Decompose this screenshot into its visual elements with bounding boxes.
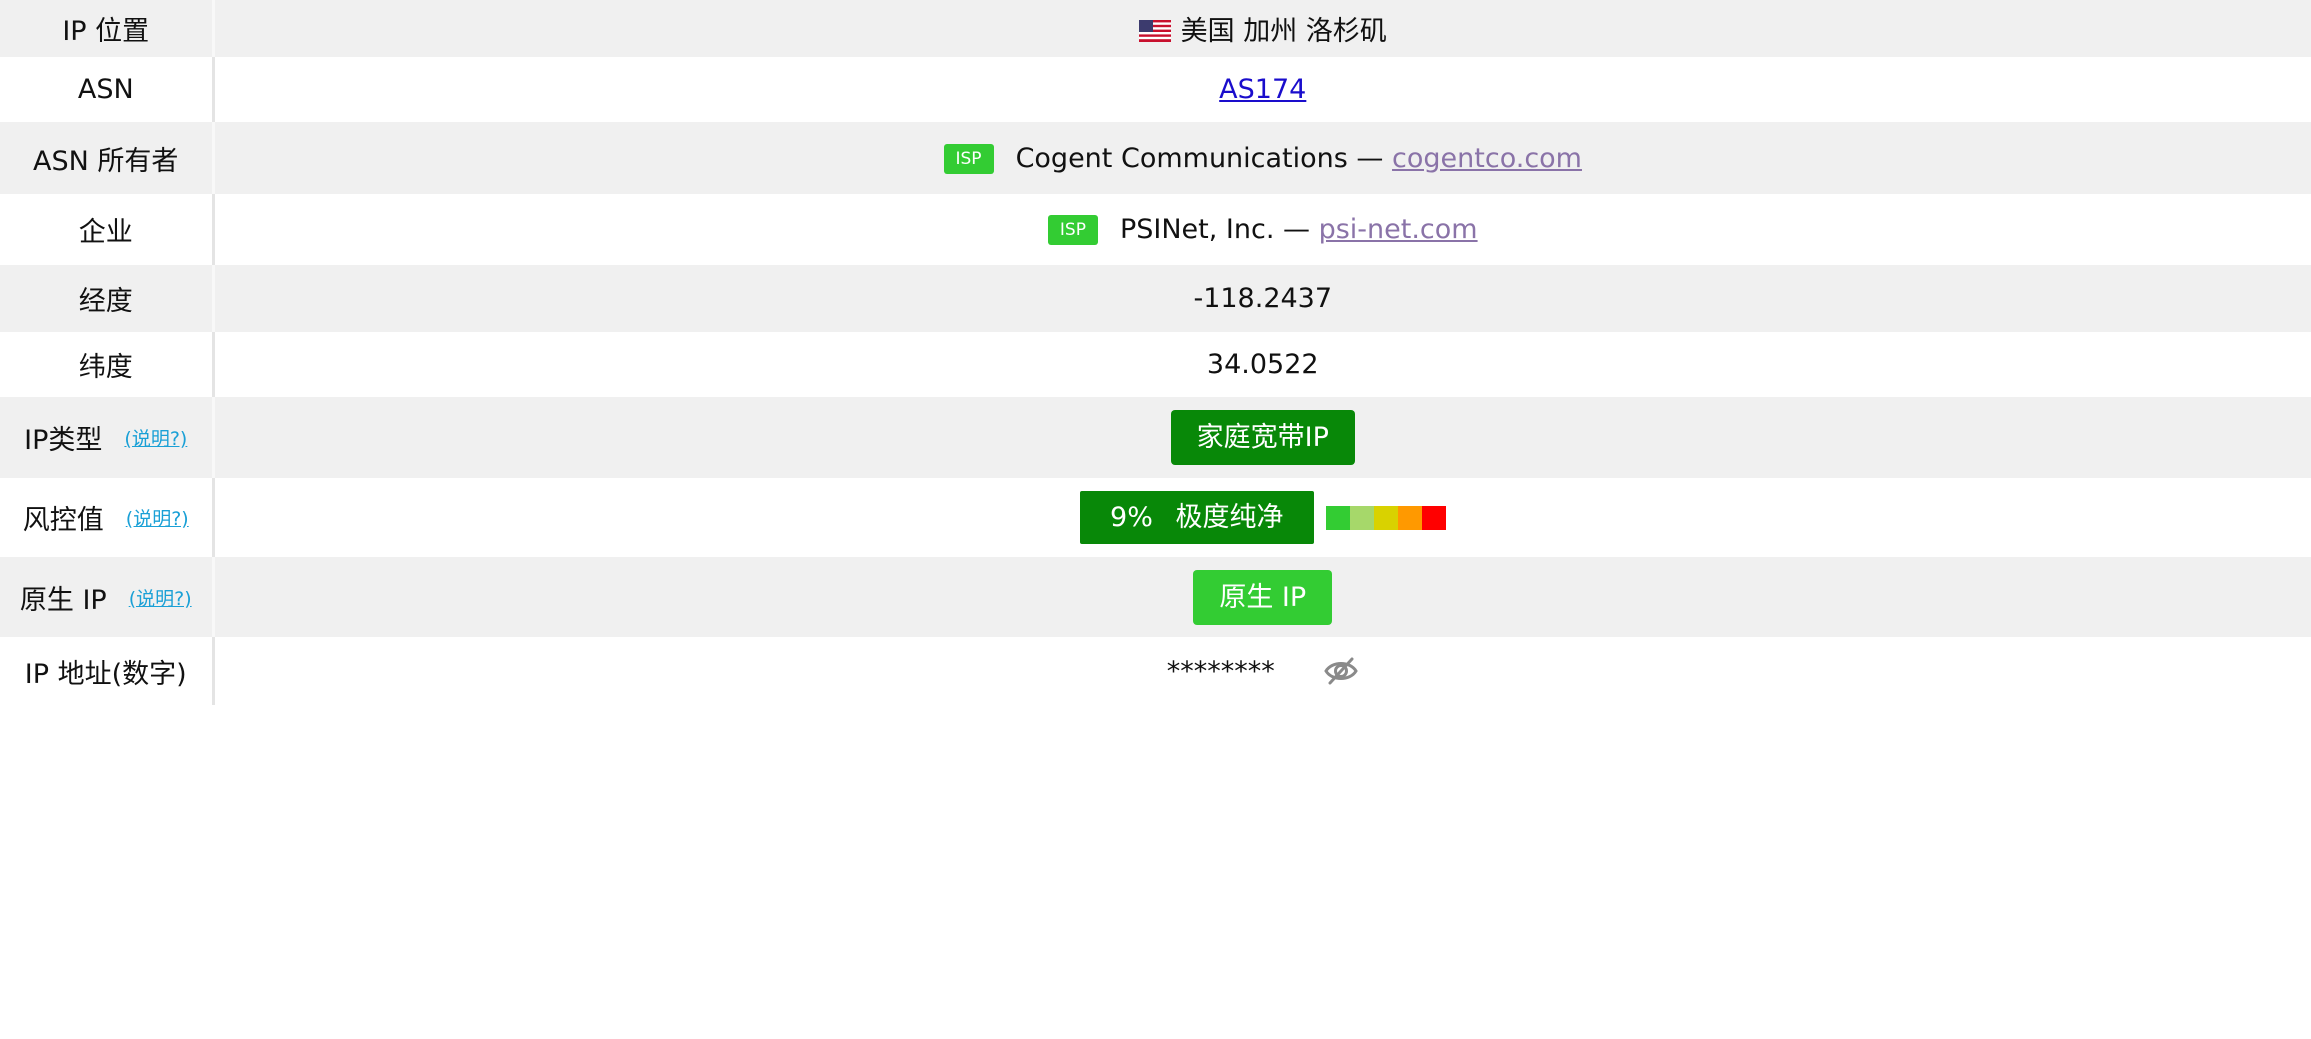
value-asn: AS174	[213, 57, 2311, 122]
risk-score-badge: 9% 极度纯净	[1079, 491, 1314, 544]
ip-type-help-link[interactable]: (说明?)	[124, 424, 187, 451]
value-latitude: 34.0522	[213, 332, 2311, 397]
label-ip-type: IP类型 (说明?)	[0, 397, 215, 478]
value-ip-type: 家庭宽带IP	[213, 397, 2311, 478]
row-company: 企业 ISP PSINet, Inc. — psi-net.com	[0, 194, 2311, 265]
risk-scale-segment	[1421, 505, 1446, 530]
value-company: ISP PSINet, Inc. — psi-net.com	[213, 194, 2311, 265]
row-ip-type: IP类型 (说明?) 家庭宽带IP	[0, 397, 2311, 478]
risk-scale-bar	[1325, 505, 1446, 530]
asn-owner-name: Cogent Communications —	[1015, 142, 1384, 174]
risk-scale-segment	[1325, 505, 1350, 530]
risk-help-link[interactable]: (说明?)	[126, 504, 189, 531]
row-native-ip: 原生 IP (说明?) 原生 IP	[0, 557, 2311, 637]
location-text: 美国 加州 洛杉矶	[1180, 16, 1387, 47]
asn-link[interactable]: AS174	[1219, 74, 1306, 105]
us-flag-icon	[1138, 20, 1171, 42]
label-company: 企业	[0, 194, 215, 265]
risk-scale-segment	[1397, 505, 1422, 530]
row-ip-location: IP 位置 美国 加州 洛杉矶	[0, 0, 2311, 57]
label-risk: 风控值 (说明?)	[0, 478, 215, 557]
value-risk: 9% 极度纯净	[213, 478, 2311, 557]
row-longitude: 经度 -118.2437	[0, 265, 2311, 332]
masked-ip-value: ********	[1166, 655, 1275, 687]
value-ip-numeric: ********	[213, 637, 2311, 705]
company-domain-link[interactable]: psi-net.com	[1319, 214, 1478, 245]
native-ip-badge: 原生 IP	[1193, 569, 1333, 625]
label-native-ip: 原生 IP (说明?)	[0, 557, 215, 637]
row-asn-owner: ASN 所有者 ISP Cogent Communications — cogen…	[0, 122, 2311, 194]
row-risk: 风控值 (说明?) 9% 极度纯净	[0, 478, 2311, 557]
value-ip-location: 美国 加州 洛杉矶	[213, 0, 2311, 57]
risk-scale-segment	[1373, 505, 1398, 530]
eye-slash-icon[interactable]	[1323, 653, 1359, 689]
isp-badge: ISP	[943, 143, 994, 174]
native-ip-help-link[interactable]: (说明?)	[129, 584, 192, 611]
ip-type-badge: 家庭宽带IP	[1170, 410, 1355, 465]
asn-owner-domain-link[interactable]: cogentco.com	[1392, 143, 1582, 174]
company-name: PSINet, Inc. —	[1119, 214, 1310, 245]
row-asn: ASN AS174	[0, 57, 2311, 122]
ip-info-table: IP 位置 美国 加州 洛杉矶 ASN AS174 ASN 所有者 ISP Co…	[0, 0, 2311, 705]
label-asn-owner: ASN 所有者	[0, 122, 215, 194]
value-asn-owner: ISP Cogent Communications — cogentco.com	[213, 122, 2311, 194]
value-native-ip: 原生 IP	[213, 557, 2311, 637]
value-longitude: -118.2437	[213, 265, 2311, 332]
row-ip-numeric: IP 地址(数字) ********	[0, 637, 2311, 705]
label-longitude: 经度	[0, 265, 215, 332]
risk-scale-segment	[1349, 505, 1374, 530]
label-ip-numeric: IP 地址(数字)	[0, 637, 215, 705]
isp-badge: ISP	[1047, 215, 1098, 245]
label-asn: ASN	[0, 57, 215, 122]
row-latitude: 纬度 34.0522	[0, 332, 2311, 397]
label-ip-location: IP 位置	[0, 0, 215, 57]
label-latitude: 纬度	[0, 332, 215, 397]
